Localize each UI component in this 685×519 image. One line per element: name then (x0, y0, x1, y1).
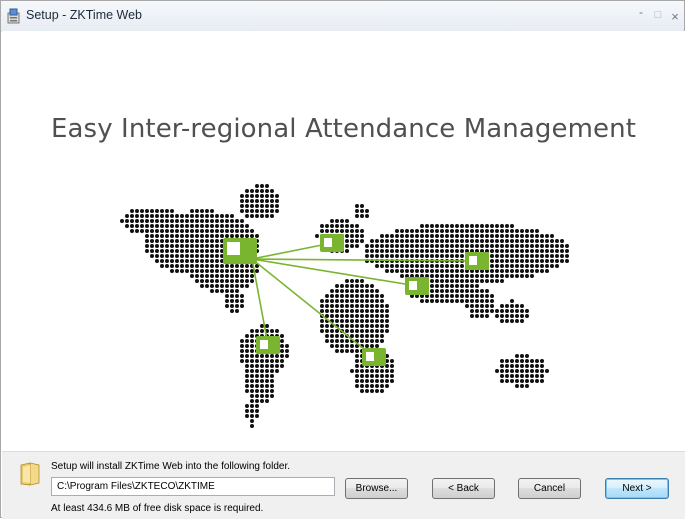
setup-app-icon (7, 8, 20, 24)
window-title: Setup - ZKTime Web (26, 8, 143, 22)
world-dot-map (120, 184, 569, 428)
install-footer: Setup will install ZKTime Web into the f… (2, 451, 685, 519)
install-path-input[interactable] (51, 477, 335, 496)
setup-window: Setup - ZKTime Web - □ × Easy Inter-regi… (0, 0, 685, 519)
attendance-device-icon (320, 234, 344, 252)
install-message: Setup will install ZKTime Web into the f… (51, 461, 290, 472)
close-button[interactable]: × (668, 9, 682, 24)
title-bar: Setup - ZKTime Web - □ × (1, 1, 684, 32)
browse-button[interactable]: Browse... (345, 478, 408, 499)
attendance-device-icon (362, 348, 386, 366)
setup-banner: Easy Inter-regional Attendance Managemen… (2, 31, 685, 451)
attendance-device-icon (256, 336, 280, 354)
next-button[interactable]: Next > (605, 478, 669, 499)
attendance-device-icon (465, 252, 489, 270)
maximize-button[interactable]: □ (651, 9, 665, 21)
attendance-device-icon (405, 277, 429, 295)
cancel-button[interactable]: Cancel (518, 478, 581, 499)
attendance-device-icon (223, 238, 257, 264)
disk-space-text: At least 434.6 MB of free disk space is … (51, 503, 264, 514)
minimize-button[interactable]: - (634, 5, 648, 19)
folder-icon (20, 462, 40, 486)
back-button[interactable]: < Back (432, 478, 495, 499)
